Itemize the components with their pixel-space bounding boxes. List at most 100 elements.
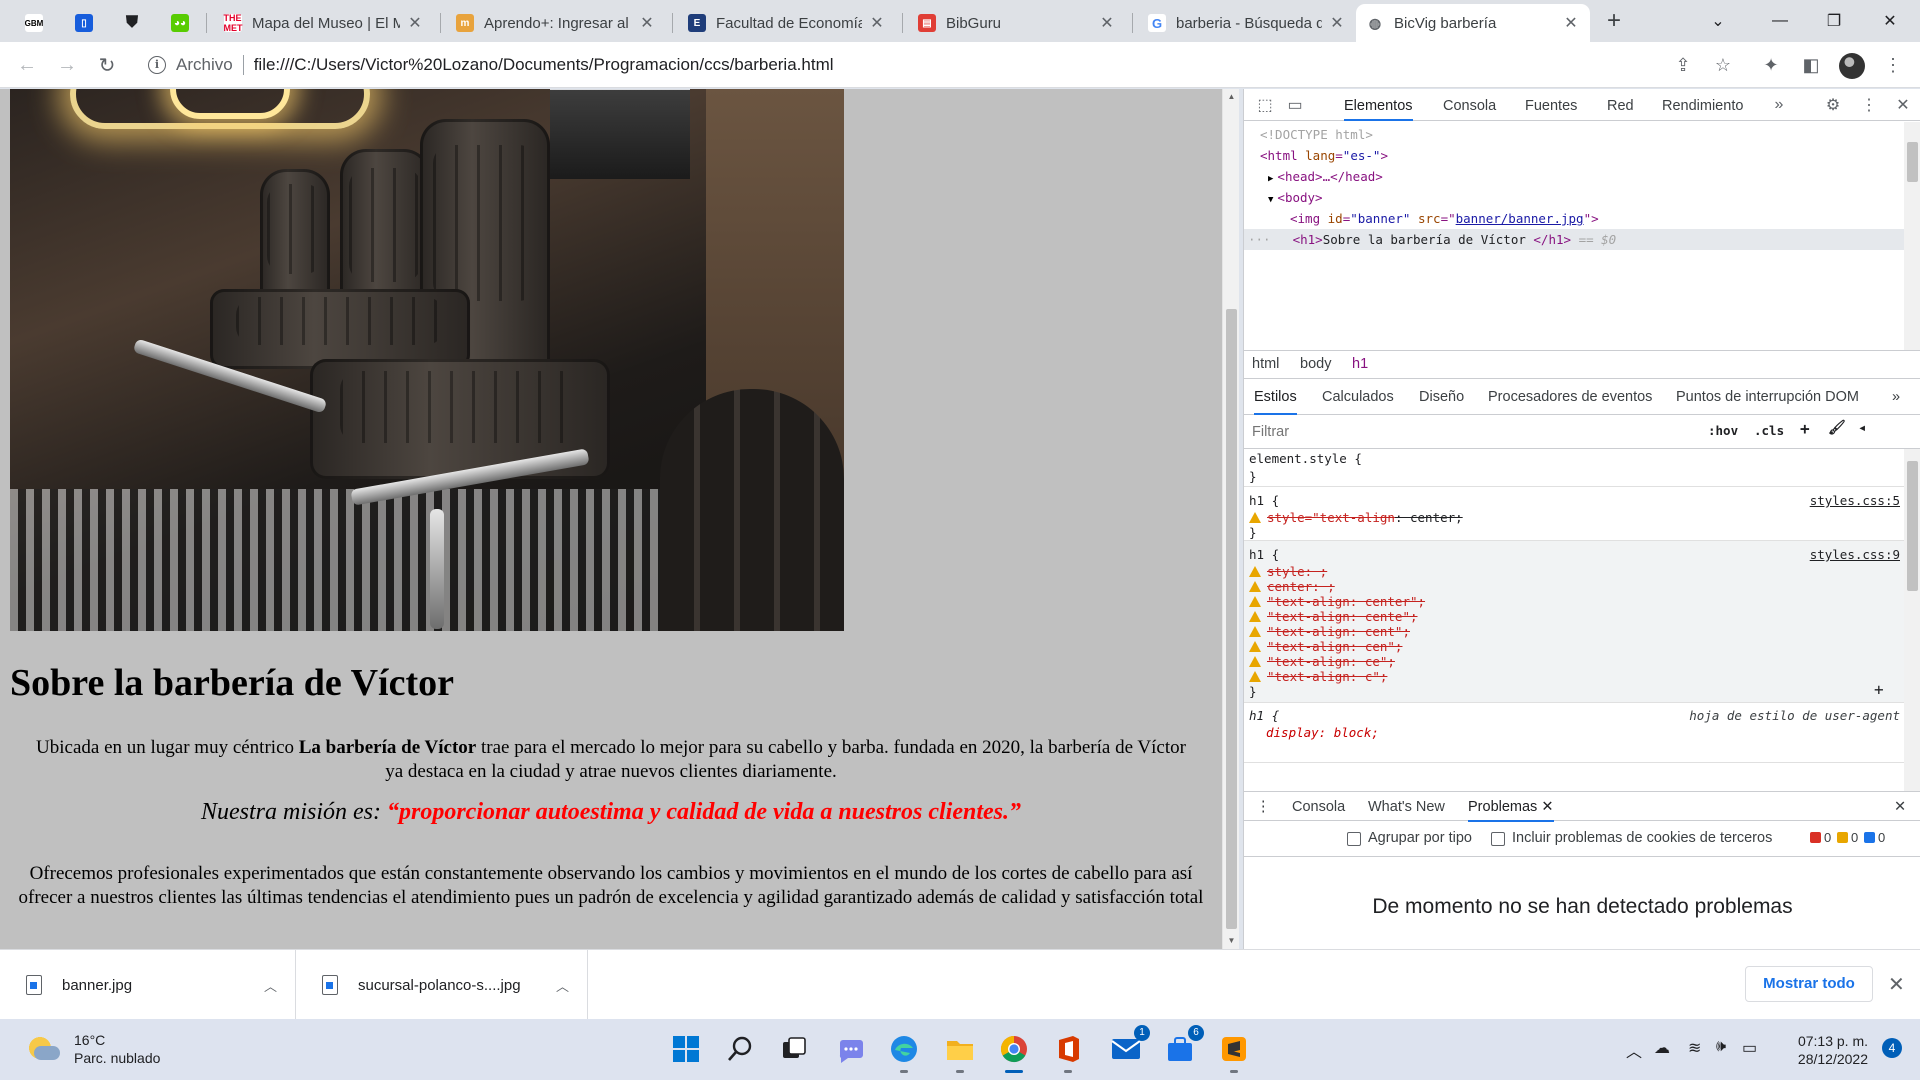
tree-doctype[interactable]: <!DOCTYPE html> — [1260, 124, 1373, 145]
tab-pinned-gbm[interactable]: GBM — [14, 4, 54, 42]
source-link[interactable]: styles.css:9 — [1810, 546, 1900, 564]
close-drawer-tab-icon[interactable]: ✕ — [1541, 799, 1553, 815]
tab-pinned-bitwarden[interactable]: ▯ — [64, 4, 104, 42]
tree-img[interactable]: <img id="banner" src="banner/banner.jpg"… — [1290, 208, 1599, 229]
onedrive-cloud-icon[interactable]: ☁ — [1654, 1038, 1670, 1058]
menu-kebab-icon[interactable]: ⋮ — [1880, 52, 1906, 78]
mail-button[interactable]: 1 — [1108, 1025, 1150, 1067]
office-button[interactable] — [1050, 1031, 1086, 1073]
tab-procesadores[interactable]: Procesadores de eventos — [1488, 379, 1652, 415]
close-drawer-icon[interactable]: ✕ — [1894, 792, 1906, 822]
clock[interactable]: 07:13 p. m. 28/12/2022 — [1792, 1032, 1868, 1068]
drawer-tab-consola[interactable]: Consola — [1292, 792, 1345, 822]
tree-body[interactable]: ▼ <body> — [1268, 187, 1323, 208]
tab-search-chevron-icon[interactable]: ⌄ — [1690, 0, 1746, 42]
drawer-tab-whats-new[interactable]: What's New — [1368, 792, 1445, 822]
page-scrollbar[interactable]: ▲ ▼ — [1222, 89, 1239, 949]
error-count[interactable]: 0 — [1810, 830, 1831, 845]
more-tabs-icon[interactable]: » — [1768, 94, 1790, 116]
info-icon[interactable]: i — [148, 56, 166, 74]
computed-sidebar-icon[interactable]: ◂ — [1858, 420, 1866, 436]
source-link[interactable]: styles.css:5 — [1810, 492, 1900, 510]
settings-gear-icon[interactable]: ⚙ — [1822, 94, 1844, 116]
task-view-button[interactable] — [776, 1031, 812, 1067]
drawer-menu-icon[interactable]: ⋮ — [1256, 792, 1271, 822]
expand-arrow-icon[interactable]: ▶ — [1268, 174, 1273, 184]
tab-rendimiento[interactable]: Rendimiento — [1662, 89, 1743, 121]
minimize-button[interactable]: — — [1752, 0, 1808, 42]
close-tab-icon[interactable]: ✕ — [868, 13, 886, 33]
more-subtabs-icon[interactable]: » — [1892, 379, 1900, 415]
close-tab-icon[interactable]: ✕ — [638, 13, 656, 33]
third-party-cookies-checkbox[interactable] — [1491, 832, 1505, 846]
close-window-button[interactable]: ✕ — [1862, 0, 1918, 42]
tab-puntos-interrupcion[interactable]: Puntos de interrupción DOM — [1676, 379, 1859, 415]
show-all-downloads-button[interactable]: Mostrar todo — [1745, 966, 1873, 1002]
tab-pinned-duolingo[interactable]: ◕◕ — [160, 4, 200, 42]
close-tab-icon[interactable]: ✕ — [1562, 13, 1580, 33]
devtools-menu-icon[interactable]: ⋮ — [1858, 94, 1880, 116]
wifi-icon[interactable]: ≋ — [1688, 1038, 1701, 1058]
crumb-body[interactable]: body — [1300, 356, 1331, 372]
avatar[interactable] — [1839, 53, 1865, 79]
tab-pinned-shield[interactable]: ⛊ — [112, 4, 152, 42]
sublime-text-button[interactable] — [1216, 1031, 1252, 1073]
cls-toggle[interactable]: .cls — [1754, 423, 1784, 438]
scroll-up-arrow-icon[interactable]: ▲ — [1223, 89, 1240, 105]
volume-icon[interactable]: 🕪 — [1716, 1038, 1726, 1056]
close-tab-icon[interactable]: ✕ — [1098, 13, 1116, 33]
teams-chat-button[interactable] — [832, 1031, 868, 1067]
tab-bicvig-active[interactable]: ◍ BicVig barbería ✕ — [1356, 4, 1590, 42]
chevron-up-icon[interactable]: ︿ — [556, 976, 569, 995]
scroll-down-arrow-icon[interactable]: ▼ — [1223, 933, 1240, 949]
tab-diseno[interactable]: Diseño — [1419, 379, 1464, 415]
notification-count-badge[interactable]: 4 — [1882, 1038, 1902, 1058]
share-icon[interactable]: ⇪ — [1670, 52, 1696, 78]
group-by-type-checkbox[interactable] — [1347, 832, 1361, 846]
back-button[interactable]: ← — [12, 50, 42, 80]
tab-red[interactable]: Red — [1607, 89, 1634, 121]
tab-bibguru[interactable]: ▤ BibGuru ✕ — [908, 4, 1126, 42]
bookmark-star-icon[interactable]: ☆ — [1710, 52, 1736, 78]
crumb-html[interactable]: html — [1252, 356, 1279, 372]
close-shelf-icon[interactable]: ✕ — [1888, 972, 1905, 997]
url-text[interactable]: file:///C:/Users/Victor%20Lozano/Documen… — [254, 55, 834, 75]
crumb-h1[interactable]: h1 — [1352, 356, 1368, 372]
battery-icon[interactable]: ▭ — [1742, 1038, 1757, 1058]
file-explorer-button[interactable] — [942, 1031, 978, 1073]
tab-consola[interactable]: Consola — [1443, 89, 1496, 121]
tab-mapa-museo[interactable]: THE MET Mapa del Museo | El M ✕ — [214, 4, 434, 42]
tab-estilos[interactable]: Estilos — [1254, 379, 1297, 415]
new-rule-plus-icon[interactable]: + — [1800, 419, 1810, 438]
forward-button[interactable]: → — [52, 50, 82, 80]
close-devtools-icon[interactable]: ✕ — [1892, 94, 1914, 116]
edge-button[interactable] — [886, 1031, 922, 1073]
side-panel-icon[interactable]: ◧ — [1798, 52, 1824, 78]
tab-facultad[interactable]: E Facultad de Economía ✕ — [678, 4, 896, 42]
tree-html[interactable]: <html lang="es-"> — [1260, 145, 1388, 166]
chevron-up-icon[interactable]: ︿ — [264, 976, 277, 995]
styles-scrollbar[interactable] — [1904, 449, 1920, 791]
inspect-element-icon[interactable]: ⬚ — [1254, 94, 1276, 116]
reload-button[interactable]: ↻ — [92, 50, 122, 80]
tree-h1-selected[interactable]: ··· <h1>Sobre la barbería de Víctor </h1>… — [1244, 229, 1904, 250]
collapse-arrow-icon[interactable]: ▼ — [1268, 195, 1273, 205]
styles-filter-input[interactable] — [1248, 419, 1698, 445]
start-button[interactable] — [668, 1031, 704, 1067]
download-item[interactable]: banner.jpg ︿ — [0, 950, 296, 1020]
scrollbar-thumb[interactable] — [1226, 309, 1237, 929]
info-count[interactable]: 0 — [1864, 830, 1885, 845]
show-hidden-icons-chevron[interactable]: ︿ — [1626, 1038, 1642, 1062]
chrome-button[interactable] — [996, 1031, 1032, 1073]
search-button[interactable] — [722, 1031, 758, 1067]
tab-aprendo[interactable]: m Aprendo+: Ingresar al ✕ — [446, 4, 666, 42]
warning-count[interactable]: 0 — [1837, 830, 1858, 845]
teams-button[interactable]: 6 — [1162, 1025, 1204, 1067]
address-bar[interactable]: i Archivo file:///C:/Users/Victor%20Loza… — [136, 48, 1736, 82]
tab-elementos[interactable]: Elementos — [1344, 89, 1413, 121]
close-tab-icon[interactable]: ✕ — [406, 13, 424, 33]
weather-widget[interactable]: 16°C Parc. nublado — [26, 1031, 160, 1067]
dom-tree-scrollbar[interactable] — [1904, 122, 1920, 350]
tab-calculados[interactable]: Calculados — [1322, 379, 1394, 415]
new-tab-button[interactable]: + — [1600, 8, 1628, 36]
